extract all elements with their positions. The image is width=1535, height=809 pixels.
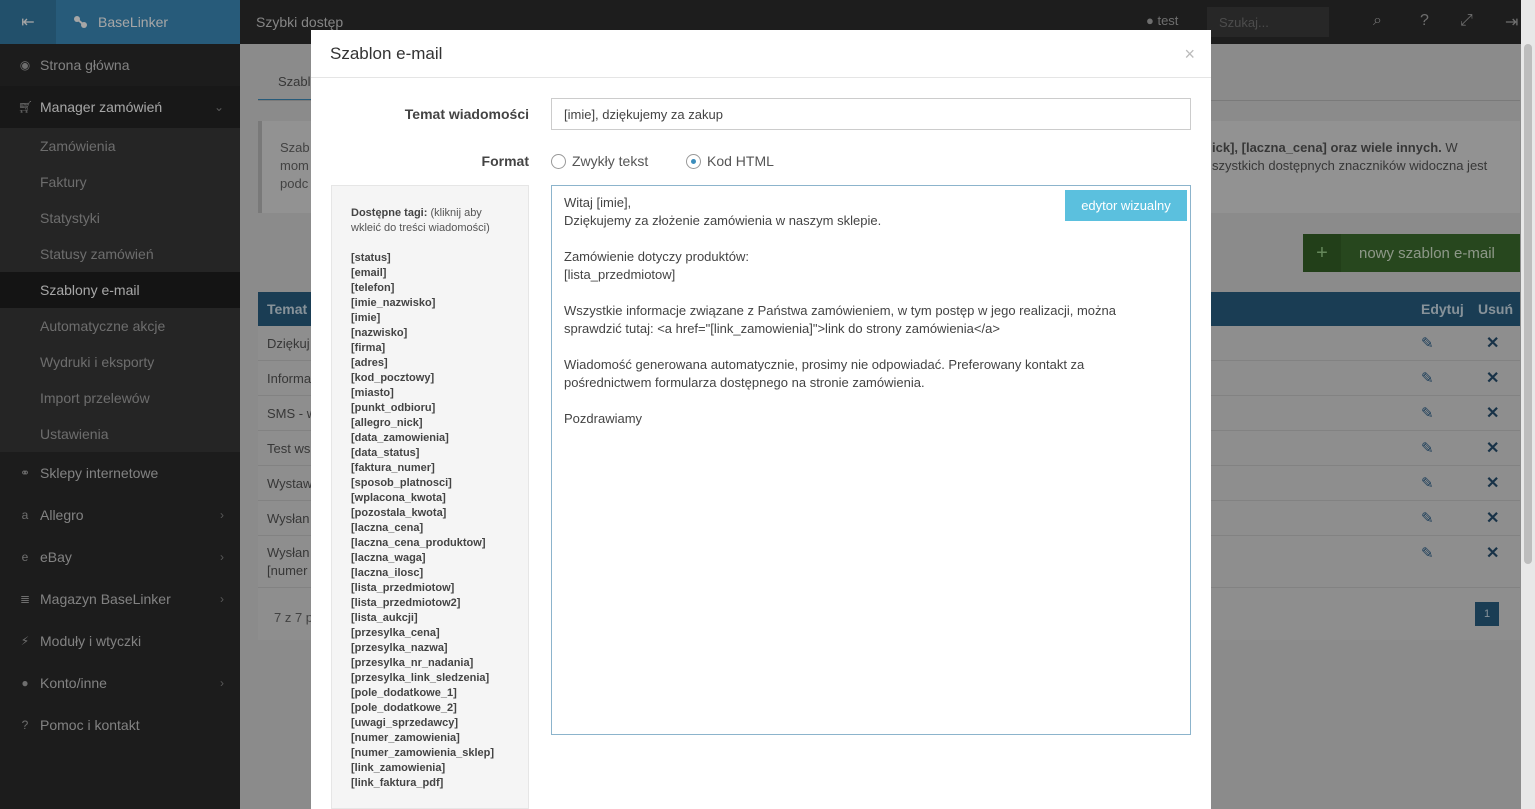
- radio-circle-selected: [686, 153, 701, 169]
- tag-item[interactable]: [miasto]: [351, 386, 528, 401]
- tag-item[interactable]: [data_zamowienia]: [351, 431, 528, 446]
- modal-title: Szablon e-mail: [330, 43, 443, 63]
- tag-item[interactable]: [przesylka_cena]: [351, 626, 528, 641]
- tag-item[interactable]: [faktura_numer]: [351, 461, 528, 476]
- tag-item[interactable]: [firma]: [351, 341, 528, 356]
- tag-item[interactable]: [allegro_nick]: [351, 416, 528, 431]
- tag-item[interactable]: [lista_aukcji]: [351, 611, 528, 626]
- tag-item[interactable]: [link_zamowienia]: [351, 761, 528, 776]
- email-body-textarea[interactable]: Witaj [imie], Dziękujemy za złożenie zam…: [551, 185, 1191, 735]
- tag-item[interactable]: [imie_nazwisko]: [351, 296, 528, 311]
- format-radio-plain[interactable]: Zwykły tekst: [551, 153, 648, 169]
- scrollbar-thumb[interactable]: [1524, 44, 1532, 564]
- tags-header: Dostępne tagi: (kliknij aby wkleić do tr…: [351, 206, 511, 236]
- format-option-label: Kod HTML: [707, 153, 774, 169]
- radio-circle: [551, 153, 566, 169]
- tag-item[interactable]: [status]: [351, 251, 528, 266]
- tag-item[interactable]: [uwagi_sprzedawcy]: [351, 716, 528, 731]
- format-option-label: Zwykły tekst: [572, 153, 649, 169]
- tag-item[interactable]: [email]: [351, 266, 528, 281]
- tag-item[interactable]: [lista_przedmiotow]: [351, 581, 528, 596]
- tag-item[interactable]: [przesylka_nazwa]: [351, 641, 528, 656]
- tag-item[interactable]: [laczna_waga]: [351, 551, 528, 566]
- tag-list: [status] [email] [telefon] [imie_nazwisko][…: [351, 251, 528, 791]
- tag-item[interactable]: [pozostala_kwota]: [351, 506, 528, 521]
- tag-item[interactable]: [laczna_ilosc]: [351, 566, 528, 581]
- tag-item[interactable]: [pole_dodatkowe_1]: [351, 686, 528, 701]
- tag-item[interactable]: [punkt_odbioru]: [351, 401, 528, 416]
- tag-item[interactable]: [nazwisko]: [351, 326, 528, 341]
- tag-item[interactable]: [przesylka_nr_nadania]: [351, 656, 528, 671]
- tag-item[interactable]: [kod_pocztowy]: [351, 371, 528, 386]
- tag-item[interactable]: [link_faktura_pdf]: [351, 776, 528, 791]
- tag-item[interactable]: [przesylka_link_sledzenia]: [351, 671, 528, 686]
- subject-input[interactable]: [551, 98, 1191, 130]
- modal-header: Szablon e-mail: [311, 30, 1211, 78]
- tag-item[interactable]: [imie]: [351, 311, 528, 326]
- format-radio-html[interactable]: Kod HTML: [686, 153, 774, 169]
- tag-item[interactable]: [numer_zamowienia_sklep]: [351, 746, 528, 761]
- close-icon[interactable]: ×: [1184, 44, 1195, 65]
- tag-item[interactable]: [wplacona_kwota]: [351, 491, 528, 506]
- tag-item[interactable]: [telefon]: [351, 281, 528, 296]
- subject-label: Temat wiadomości: [404, 106, 529, 122]
- available-tags-panel: Dostępne tagi: (kliknij aby wkleić do tr…: [331, 185, 529, 809]
- email-template-modal: Szablon e-mail × Temat wiadomości Format…: [311, 30, 1211, 809]
- tag-item[interactable]: [numer_zamowienia]: [351, 731, 528, 746]
- tag-item[interactable]: [pole_dodatkowe_2]: [351, 701, 528, 716]
- tag-item[interactable]: [lista_przedmiotow2]: [351, 596, 528, 611]
- tag-item[interactable]: [laczna_cena]: [351, 521, 528, 536]
- visual-editor-button[interactable]: edytor wizualny: [1065, 190, 1187, 221]
- tags-title: Dostępne tagi:: [351, 207, 428, 219]
- tag-item[interactable]: [data_status]: [351, 446, 528, 461]
- tag-item[interactable]: [sposob_platnosci]: [351, 476, 528, 491]
- tag-item[interactable]: [adres]: [351, 356, 528, 371]
- tag-item[interactable]: [laczna_cena_produktow]: [351, 536, 528, 551]
- page-scrollbar[interactable]: [1521, 0, 1535, 809]
- format-label: Format: [481, 153, 529, 169]
